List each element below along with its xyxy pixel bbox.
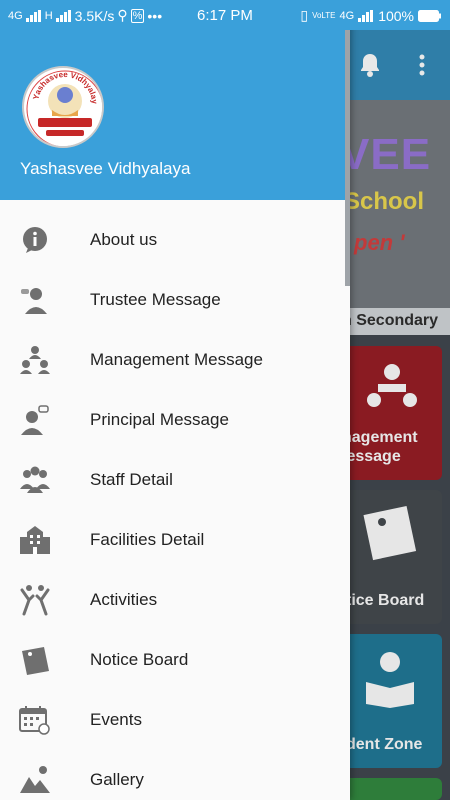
- drawer-scroll-edge: [345, 30, 350, 286]
- menu-label: Facilities Detail: [90, 530, 205, 549]
- notification-icon: %: [130, 8, 145, 23]
- network-type-2: H: [44, 9, 53, 22]
- tile-management-label: nagement lessage: [342, 429, 418, 465]
- menu-item-gallery[interactable]: Gallery: [0, 750, 350, 800]
- menu-item-trustee-message[interactable]: Trustee Message: [0, 270, 350, 330]
- trustee-icon: [18, 284, 52, 316]
- bell-icon[interactable]: [358, 52, 382, 78]
- gallery-icon: [18, 764, 52, 796]
- menu-label: Principal Message: [90, 410, 229, 429]
- notice-tile-icon: [363, 505, 417, 561]
- usb-icon: ⚲: [117, 7, 128, 23]
- status-right: ▯ VoLTE 4G 100%: [300, 7, 442, 24]
- menu-label: Gallery: [90, 770, 144, 789]
- menu-label: Management Message: [90, 350, 263, 369]
- drawer-menu: About us Trustee Message Management Mess…: [0, 210, 350, 800]
- status-left: 4G H 3.5K/s ⚲ % •••: [8, 7, 162, 24]
- menu-item-activities[interactable]: Activities: [0, 570, 350, 630]
- banner-subtitle: School: [344, 188, 425, 215]
- volte-badge: VoLTE: [312, 11, 336, 20]
- tile-notice-board[interactable]: tice Board: [340, 490, 442, 624]
- signal-icon-3: [358, 9, 374, 22]
- banner-strip-text: h Secondary: [342, 312, 439, 329]
- management-icon: [18, 344, 52, 376]
- drawer-header: Yashasvee Vidhyalaya Yashasvee Vidhyalay…: [0, 30, 350, 200]
- menu-label: Staff Detail: [90, 470, 173, 489]
- tile-management[interactable]: nagement lessage: [340, 346, 442, 480]
- tile-next[interactable]: [340, 778, 442, 800]
- menu-item-principal-message[interactable]: Principal Message: [0, 390, 350, 450]
- navigation-drawer[interactable]: Yashasvee Vidhyalaya Yashasvee Vidhyalay…: [0, 0, 350, 800]
- status-bar: 4G H 3.5K/s ⚲ % ••• 6:17 PM ▯ VoLTE 4G 1…: [0, 0, 450, 30]
- menu-item-staff-detail[interactable]: Staff Detail: [0, 450, 350, 510]
- menu-item-facilities-detail[interactable]: Facilities Detail: [0, 510, 350, 570]
- menu-item-events[interactable]: Events: [0, 690, 350, 750]
- menu-label: Activities: [90, 590, 158, 609]
- activities-icon: [18, 584, 52, 616]
- overflow-dots-icon: •••: [147, 7, 163, 24]
- menu-label: Notice Board: [90, 650, 189, 669]
- management-tile-icon: [367, 364, 417, 407]
- network-type-1: 4G: [8, 9, 23, 22]
- student-tile-icon: [366, 652, 414, 708]
- network-speed: 3.5K/s: [74, 7, 115, 24]
- menu-item-notice-board[interactable]: Notice Board: [0, 630, 350, 690]
- staff-icon: [18, 464, 52, 496]
- menu-label: Trustee Message: [90, 290, 221, 309]
- menu-label: About us: [90, 230, 158, 249]
- principal-icon: [18, 404, 52, 436]
- banner-title: VEE: [340, 130, 432, 179]
- tile-student-label: dent Zone: [346, 736, 423, 753]
- more-options-icon[interactable]: [414, 52, 430, 78]
- banner: VEE School pen ' h Secondary: [340, 100, 450, 335]
- vibrate-icon: ▯: [300, 7, 309, 23]
- tile-student-zone[interactable]: dent Zone: [340, 634, 442, 768]
- school-name: Yashasvee Vidhyalaya: [20, 159, 191, 178]
- calendar-icon: [18, 704, 52, 736]
- signal-icon-2: [55, 9, 71, 22]
- clock: 6:17 PM: [197, 7, 253, 24]
- info-icon: [18, 224, 52, 256]
- network-type-3: 4G: [339, 9, 355, 22]
- notice-icon: [18, 644, 52, 676]
- menu-item-about-us[interactable]: About us: [0, 210, 350, 270]
- tile-notice-label: tice Board: [346, 592, 425, 609]
- menu-item-management-message[interactable]: Management Message: [0, 330, 350, 390]
- battery-level: 100%: [378, 7, 414, 24]
- banner-tagline: pen ': [354, 230, 405, 255]
- building-icon: [18, 524, 52, 556]
- school-logo: Yashasvee Vidhyalaya: [22, 66, 104, 148]
- menu-label: Events: [90, 710, 142, 729]
- signal-icon: [25, 9, 41, 22]
- battery-icon: [418, 9, 441, 22]
